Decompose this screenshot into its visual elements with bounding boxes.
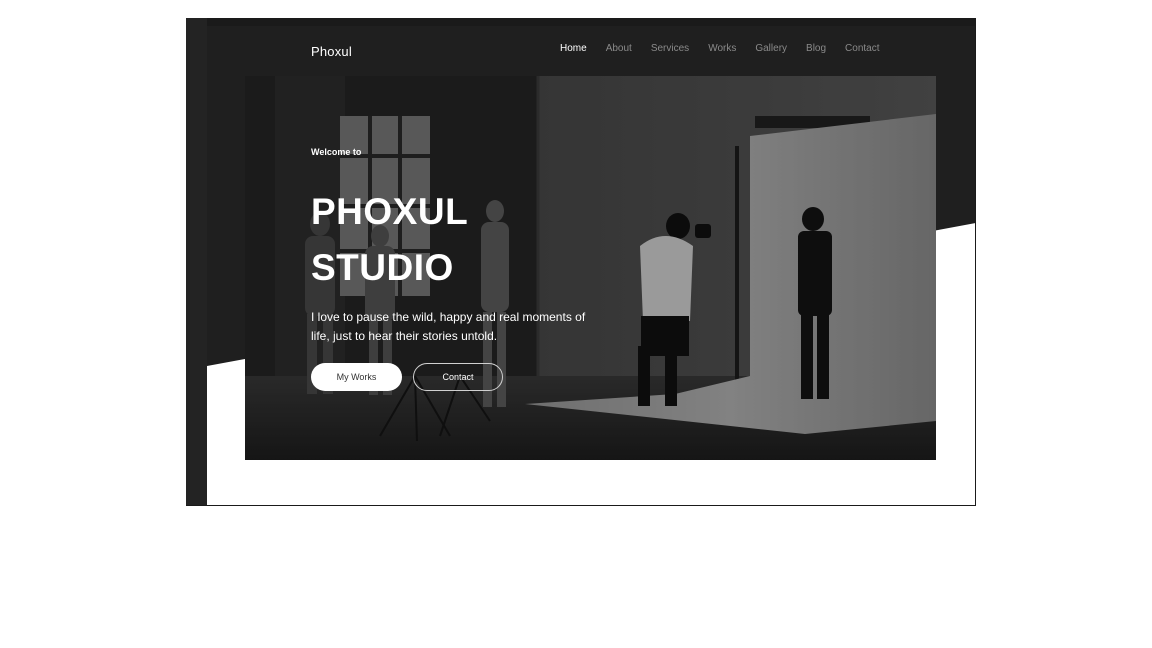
nav-item-works[interactable]: Works [708,43,736,54]
nav-item-services[interactable]: Services [651,43,689,54]
logo[interactable]: Phoxul [311,44,352,59]
nav-item-gallery[interactable]: Gallery [755,43,787,54]
main-nav: Home About Services Works Gallery Blog C… [560,43,899,54]
hero-welcome: Welcome to [311,147,362,157]
hero-subtitle: I love to pause the wild, happy and real… [311,310,586,343]
hero-title: PHOXUL STUDIO [311,184,468,296]
nav-item-blog[interactable]: Blog [806,43,826,54]
my-works-button[interactable]: My Works [311,363,402,391]
contact-button[interactable]: Contact [413,363,503,391]
nav-item-contact[interactable]: Contact [845,43,879,54]
nav-item-home[interactable]: Home [560,43,587,54]
nav-item-about[interactable]: About [606,43,632,54]
top-bar [207,18,975,26]
page-frame: Phoxul Home About Services Works Gallery… [186,18,976,506]
hero-title-line2: STUDIO [311,247,454,288]
left-strip [186,18,207,505]
hero-title-line1: PHOXUL [311,191,469,232]
